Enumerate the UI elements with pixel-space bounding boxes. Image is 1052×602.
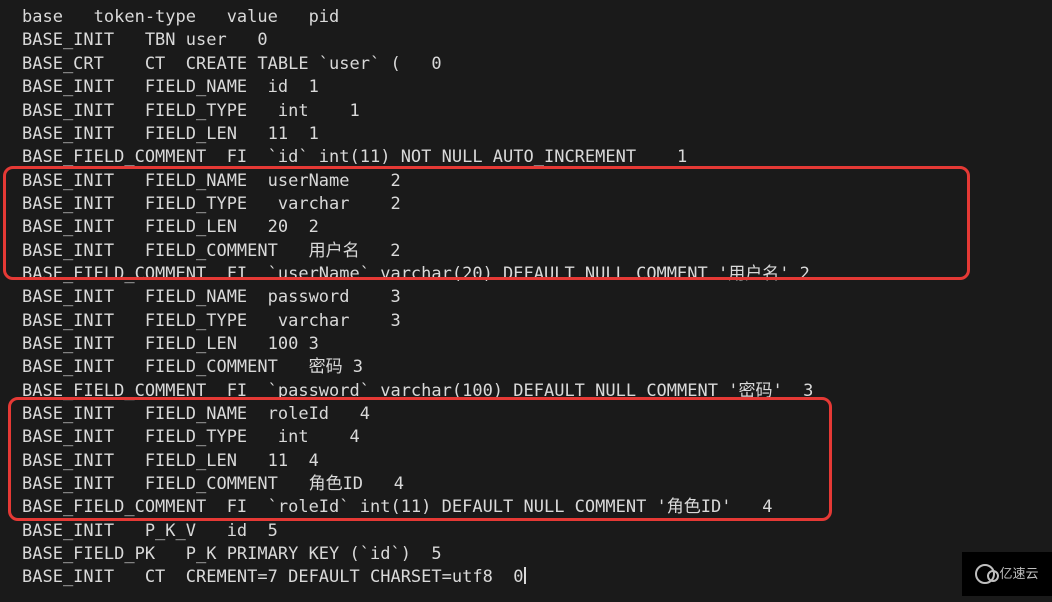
output-row: BASE_FIELD_PK P_K PRIMARY KEY (`id`) 5 [22,543,442,566]
output-row: BASE_INIT FIELD_TYPE int 4 [22,426,360,449]
output-row: BASE_INIT FIELD_NAME id 1 [22,76,319,99]
output-row: BASE_INIT FIELD_COMMENT 用户名 2 [22,240,401,263]
output-row: BASE_INIT FIELD_LEN 20 2 [22,216,319,239]
output-row: BASE_FIELD_COMMENT FI `userName` varchar… [22,263,810,286]
terminal-output[interactable]: base token-type value pid BASE_INIT TBN … [0,0,1052,602]
output-row: BASE_INIT FIELD_TYPE int 1 [22,100,360,123]
output-row: BASE_INIT FIELD_NAME password 3 [22,286,401,309]
text-cursor [524,567,526,584]
output-row: BASE_FIELD_COMMENT FI `id` int(11) NOT N… [22,146,687,169]
output-row: BASE_INIT TBN user 0 [22,29,268,52]
output-row: BASE_INIT FIELD_NAME roleId 4 [22,403,370,426]
output-row: BASE_INIT FIELD_COMMENT 密码 3 [22,356,363,379]
output-row: BASE_FIELD_COMMENT FI `roleId` int(11) D… [22,496,772,519]
output-row: BASE_INIT FIELD_COMMENT 角色ID 4 [22,473,404,496]
output-row: BASE_INIT FIELD_LEN 11 4 [22,450,319,473]
output-row: BASE_FIELD_COMMENT FI `password` varchar… [22,380,813,403]
output-row: BASE_INIT FIELD_LEN 11 1 [22,123,319,146]
output-row: BASE_INIT FIELD_LEN 100 3 [22,333,319,356]
output-row: BASE_INIT CT CREMENT=7 DEFAULT CHARSET=u… [22,566,526,589]
output-row: BASE_INIT FIELD_NAME userName 2 [22,170,401,193]
output-row: BASE_INIT FIELD_TYPE varchar 2 [22,193,401,216]
output-row: BASE_CRT CT CREATE TABLE `user` ( 0 [22,53,442,76]
watermark-text: 亿速云 [999,562,1038,585]
watermark: 亿速云 [962,552,1052,596]
cloud-icon [975,564,995,584]
table-header: base token-type value pid [22,6,339,29]
output-row: BASE_INIT FIELD_TYPE varchar 3 [22,310,401,333]
output-row: BASE_INIT P_K_V id 5 [22,520,278,543]
